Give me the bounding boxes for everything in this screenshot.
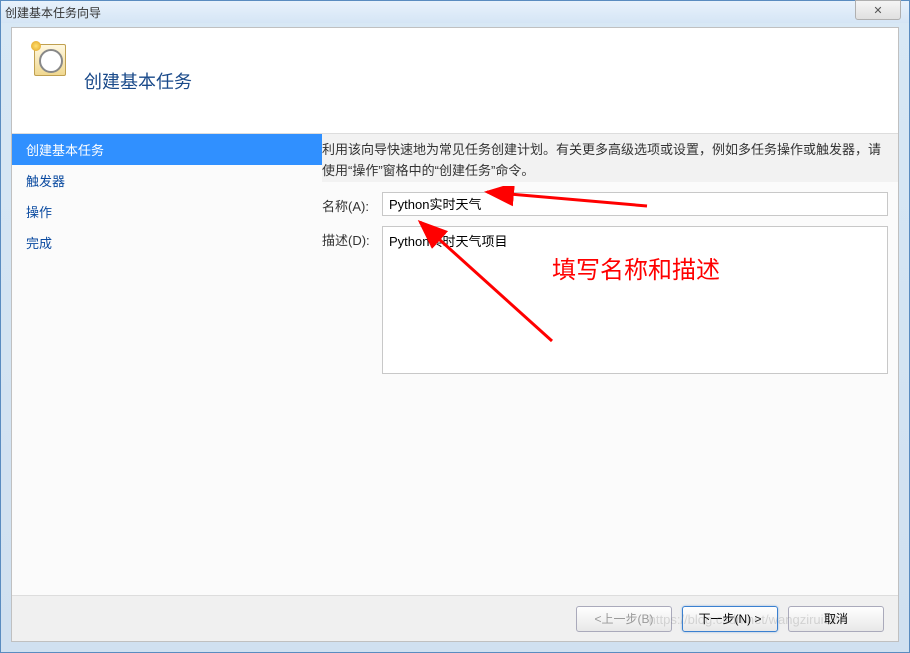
task-scheduler-icon xyxy=(34,44,66,76)
close-icon: ✕ xyxy=(873,4,882,17)
header-section: 创建基本任务 xyxy=(12,28,898,134)
next-button[interactable]: 下一步(N) > xyxy=(682,606,778,632)
sidebar-item-trigger[interactable]: 触发器 xyxy=(12,165,322,196)
description-label: 描述(D): xyxy=(322,226,382,249)
sidebar-item-create-basic-task[interactable]: 创建基本任务 xyxy=(12,134,322,165)
page-title: 创建基本任务 xyxy=(84,68,192,94)
instruction-text: 利用该向导快速地为常见任务创建计划。有关更多高级选项或设置，例如多任务操作或触发… xyxy=(322,140,888,182)
form-row-name: 名称(A): xyxy=(322,192,888,216)
titlebar: 创建基本任务向导 ✕ xyxy=(1,1,909,23)
main-panel: 利用该向导快速地为常见任务创建计划。有关更多高级选项或设置，例如多任务操作或触发… xyxy=(322,134,898,595)
wizard-window: 创建基本任务向导 ✕ 创建基本任务 创建基本任务 触发器 操作 完成 xyxy=(0,0,910,653)
sidebar-item-label: 触发器 xyxy=(26,174,65,189)
sidebar-item-finish[interactable]: 完成 xyxy=(12,227,322,258)
name-input[interactable] xyxy=(382,192,888,216)
dialog-body: 创建基本任务 创建基本任务 触发器 操作 完成 利用该向导快速地为常见任务创建计… xyxy=(11,27,899,642)
form-row-description: 描述(D): xyxy=(322,226,888,374)
footer: <上一步(B) 下一步(N) > 取消 xyxy=(12,595,898,641)
close-button[interactable]: ✕ xyxy=(855,0,901,20)
name-label: 名称(A): xyxy=(322,192,382,215)
cancel-button[interactable]: 取消 xyxy=(788,606,884,632)
back-button: <上一步(B) xyxy=(576,606,672,632)
sidebar-item-label: 创建基本任务 xyxy=(26,143,104,158)
content-section: 创建基本任务 触发器 操作 完成 利用该向导快速地为常见任务创建计划。有关更多高… xyxy=(12,134,898,595)
sidebar-item-label: 操作 xyxy=(26,205,52,220)
sidebar-item-action[interactable]: 操作 xyxy=(12,196,322,227)
description-input[interactable] xyxy=(382,226,888,374)
sidebar: 创建基本任务 触发器 操作 完成 xyxy=(12,134,322,595)
sidebar-item-label: 完成 xyxy=(26,236,52,251)
window-title: 创建基本任务向导 xyxy=(5,4,101,21)
